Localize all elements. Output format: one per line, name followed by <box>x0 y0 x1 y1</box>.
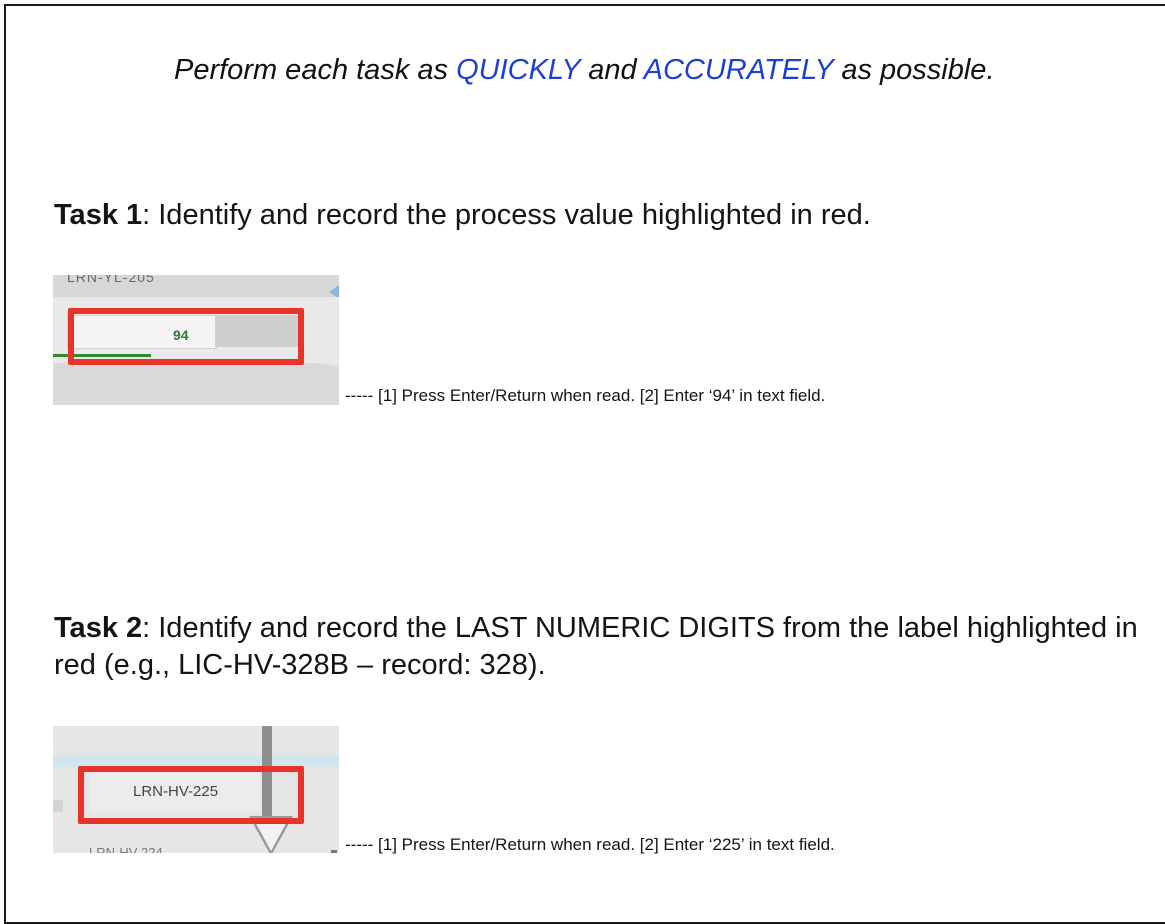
red-highlight-box <box>68 308 304 365</box>
task2-label: Task 2 <box>54 612 143 644</box>
task1-screenshot-thumbnail: LRN-YL-205 94 <box>53 275 339 405</box>
intro-prefix: Perform each task as <box>174 54 457 86</box>
intro-middle: and <box>580 54 644 86</box>
thumb1-vessel-shape <box>53 363 339 405</box>
intro-quickly: QUICKLY <box>456 54 581 86</box>
thumb2-dash-mark <box>331 850 337 853</box>
instructions-line: Perform each task as QUICKLY and ACCURAT… <box>174 54 995 87</box>
partial-tag-label: LRN-HV-224 <box>89 845 163 853</box>
task1-text: : Identify and record the process value … <box>142 199 871 231</box>
task2-screenshot-thumbnail: LRN-HV-225 LRN-HV-224 <box>53 726 339 853</box>
task2-heading: Task 2: Identify and record the LAST NUM… <box>54 610 1154 684</box>
task1-heading: Task 1: Identify and record the process … <box>54 197 871 234</box>
task1-label: Task 1 <box>54 199 143 231</box>
intro-accurately: ACCURATELY <box>643 54 834 86</box>
intro-suffix: as possible. <box>833 54 995 86</box>
thumb2-left-mark <box>53 800 63 812</box>
task2-text: : Identify and record the LAST NUMERIC D… <box>54 612 1138 681</box>
thumb1-top-label: LRN-YL-205 <box>67 275 155 285</box>
task1-note: ----- [1] Press Enter/Return when read. … <box>345 386 826 405</box>
task2-note: ----- [1] Press Enter/Return when read. … <box>345 835 835 854</box>
red-highlight-box <box>78 766 304 824</box>
